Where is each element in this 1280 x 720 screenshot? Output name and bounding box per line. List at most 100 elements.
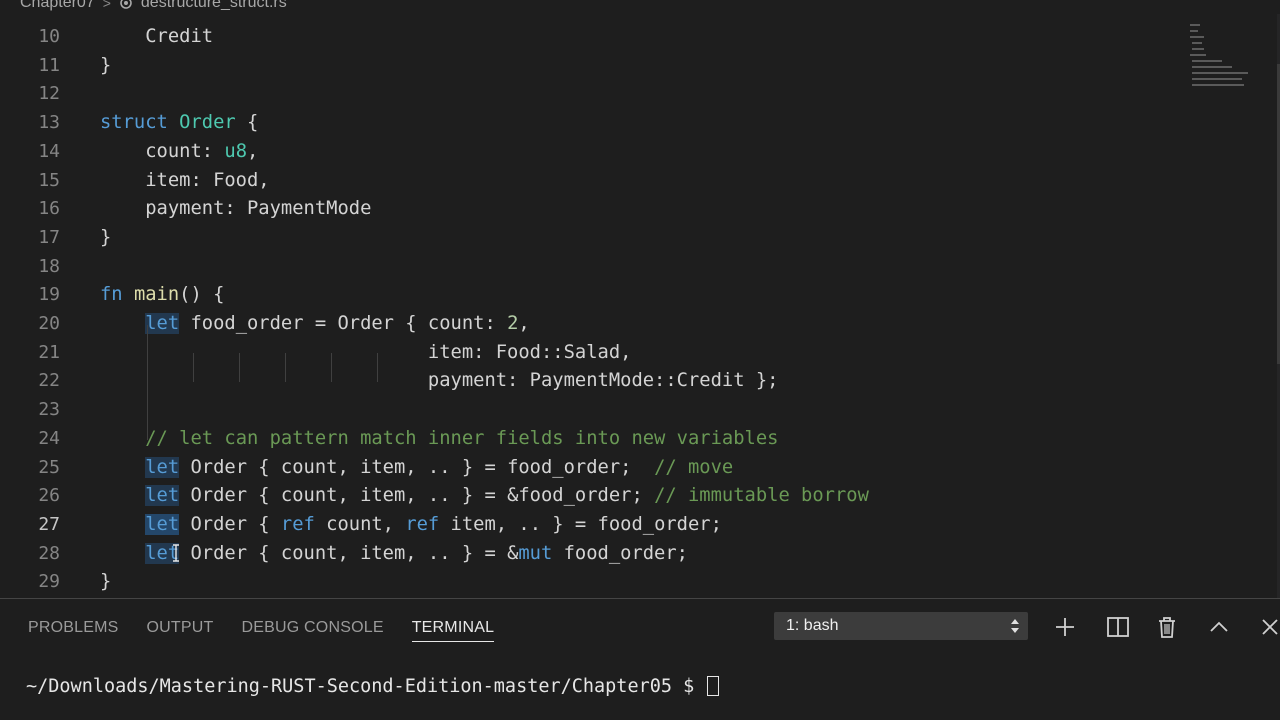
line-number: 10 <box>38 26 60 47</box>
code-token: fn <box>100 284 123 306</box>
code-line[interactable]: 18 <box>0 253 1180 282</box>
code-token: u8 <box>224 140 248 162</box>
code-line[interactable]: 26 let Order { count, item, .. } = &food… <box>0 482 1180 511</box>
code-text: let Order { ref count, ref item, .. } = … <box>100 511 722 540</box>
code-text: } <box>100 568 111 597</box>
line-number: 11 <box>38 54 60 76</box>
code-line[interactable]: 19 fn main() { <box>0 281 1180 310</box>
line-number: 21 <box>38 341 60 363</box>
close-panel-button[interactable] <box>1250 612 1280 642</box>
code-line[interactable]: 27 let Order { ref count, ref item, .. }… <box>0 511 1180 540</box>
terminal-output[interactable]: ~/Downloads/Mastering-RUST-Second-Editio… <box>26 675 720 699</box>
code-text: } <box>100 224 111 253</box>
code-token: item: Food, <box>100 169 270 191</box>
line-number: 20 <box>38 313 60 334</box>
code-token: // immutable borrow <box>654 485 869 507</box>
terminal-cursor <box>707 676 720 696</box>
code-token: Order <box>179 112 236 134</box>
code-text: Credit <box>100 23 213 52</box>
line-number: 28 <box>38 542 60 564</box>
tab-debug-console[interactable]: DEBUG CONSOLE <box>228 599 398 657</box>
terminal-prompt: ~/Downloads/Mastering-RUST-Second-Editio… <box>26 676 706 697</box>
code-line[interactable]: 20 let food_order = Order { count: 2, <box>0 310 1180 339</box>
tab-problems[interactable]: PROBLEMS <box>14 599 133 657</box>
maximize-panel-button[interactable] <box>1204 612 1234 642</box>
bottom-panel: PROBLEMS OUTPUT DEBUG CONSOLE TERMINAL 1… <box>0 598 1280 720</box>
indent-guide <box>193 353 194 382</box>
breadcrumb-file[interactable]: destructure_struct.rs <box>141 0 287 12</box>
line-number: 12 <box>38 83 60 105</box>
code-line[interactable]: 12 <box>0 80 1180 109</box>
code-line[interactable]: 13 struct Order { <box>0 109 1180 138</box>
code-token: food_order = Order { count: <box>179 313 508 334</box>
code-text: fn main() { <box>100 281 224 310</box>
code-line[interactable]: 11} <box>0 52 1180 81</box>
code-token: main <box>133 284 180 306</box>
code-token: struct <box>100 112 168 134</box>
code-line[interactable]: 24 // let can pattern match inner fields… <box>0 425 1180 454</box>
code-token: item, .. } = food_order; <box>439 513 722 535</box>
line-number: 13 <box>38 112 60 134</box>
code-text: payment: PaymentMode <box>100 195 371 224</box>
breadcrumb: Chapter07 > destructure_struct.rs <box>0 0 1280 14</box>
code-text: } <box>100 52 111 81</box>
breadcrumb-folder[interactable]: Chapter07 <box>20 0 95 12</box>
code-text: item: Food, <box>100 167 270 196</box>
tab-label: PROBLEMS <box>28 619 119 636</box>
code-line[interactable]: 10 Credit <box>0 23 1180 52</box>
code-line[interactable]: 14 count: u8, <box>0 138 1180 167</box>
line-number: 14 <box>38 140 60 162</box>
indent-guide <box>147 325 148 440</box>
code-line[interactable]: 17} <box>0 224 1180 253</box>
code-token: , <box>247 140 259 162</box>
kill-terminal-button[interactable] <box>1152 612 1182 642</box>
tab-output[interactable]: OUTPUT <box>133 599 228 657</box>
code-line[interactable]: 21 item: Food::Salad, <box>0 339 1180 368</box>
new-terminal-button[interactable] <box>1050 612 1080 642</box>
line-number: 19 <box>38 284 60 306</box>
code-token: ref <box>405 513 440 535</box>
code-line[interactable]: 23 <box>0 396 1180 425</box>
line-number: 25 <box>38 456 60 478</box>
tab-label: DEBUG CONSOLE <box>241 619 384 636</box>
code-token: payment: PaymentMode <box>100 198 372 220</box>
code-text: struct Order { <box>100 109 258 138</box>
code-line[interactable]: 15 item: Food, <box>0 167 1180 196</box>
line-number: 16 <box>38 198 60 220</box>
code-line[interactable]: 29} <box>0 568 1180 597</box>
code-line[interactable]: 25 let Order { count, item, .. } = food_… <box>0 454 1180 483</box>
code-editor[interactable]: 10 Credit 11} 12 13 struct Order {14 count: … <box>0 14 1280 598</box>
code-token: { <box>235 112 259 134</box>
code-token: item: Food::Salad, <box>100 341 632 363</box>
code-token: let <box>145 313 180 334</box>
code-line[interactable]: 16 payment: PaymentMode <box>0 195 1180 224</box>
line-number: 23 <box>38 399 60 421</box>
code-token: food_order; <box>552 542 688 564</box>
line-number: 18 <box>38 255 60 277</box>
indent-guide <box>331 353 332 382</box>
code-token: , <box>518 313 530 334</box>
terminal-select-value: 1: bash <box>786 617 839 634</box>
code-text: payment: PaymentMode::Credit }; <box>100 367 779 396</box>
code-text: let Order { count, item, .. } = &mut foo… <box>100 540 688 569</box>
code-line[interactable]: 22 payment: PaymentMode::Credit }; <box>0 367 1180 396</box>
code-text: count: u8, <box>100 138 258 167</box>
code-token: count: <box>100 140 225 162</box>
code-token: let <box>145 485 180 507</box>
code-token: payment: PaymentMode::Credit }; <box>100 370 779 392</box>
indent-guide <box>239 353 240 382</box>
tab-terminal[interactable]: TERMINAL <box>398 599 509 657</box>
code-token: mut <box>518 542 553 564</box>
code-token: () { <box>179 284 225 306</box>
rust-file-icon <box>119 0 133 10</box>
terminal-select-dropdown[interactable]: 1: bash <box>774 612 1028 640</box>
line-number: 24 <box>38 427 60 449</box>
minimap[interactable] <box>1188 22 1258 92</box>
split-terminal-button[interactable] <box>1103 612 1133 642</box>
